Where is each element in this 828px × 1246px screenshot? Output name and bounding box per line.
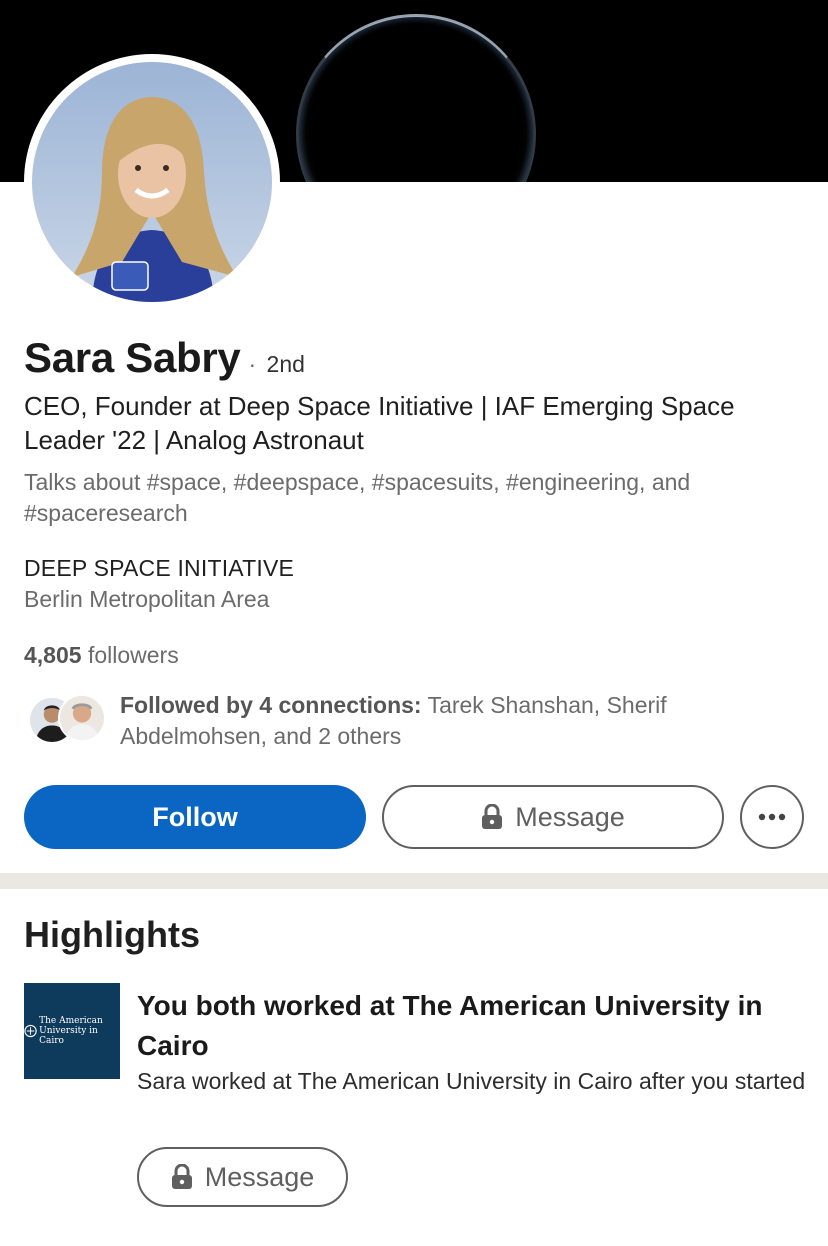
follow-button[interactable]: Follow xyxy=(24,785,366,849)
profile-avatar-frame[interactable] xyxy=(24,54,280,310)
mutual-avatars xyxy=(28,694,112,744)
name-row: Sara Sabry · 2nd xyxy=(24,334,305,382)
auc-logo-text: The American University in Cairo xyxy=(39,1016,120,1046)
auc-logo-line2: University in Cairo xyxy=(39,1026,98,1046)
connection-degree: · 2nd xyxy=(248,351,304,378)
auc-logo-mark: The American University in Cairo xyxy=(24,1016,120,1046)
highlight-message-label: Message xyxy=(204,1161,315,1192)
profile-headline: CEO, Founder at Deep Space Initiative | … xyxy=(24,391,735,455)
seal-icon xyxy=(24,1024,37,1038)
mutual-text: Followed by 4 connections: Tarek Shansha… xyxy=(120,690,810,752)
mutual-connections[interactable]: Followed by 4 connections: Tarek Shansha… xyxy=(24,690,814,754)
planet-rim xyxy=(296,14,536,182)
lock-icon xyxy=(481,804,503,830)
profile-name: Sara Sabry xyxy=(24,334,241,381)
followers-count[interactable]: 4,805 followers xyxy=(24,642,179,669)
degree-label: 2nd xyxy=(266,351,305,377)
degree-separator: · xyxy=(248,351,257,377)
auc-logo-line1: The American xyxy=(39,1016,103,1026)
profile-location: Berlin Metropolitan Area xyxy=(24,586,270,612)
section-divider xyxy=(0,873,828,889)
follow-label: Follow xyxy=(152,801,238,832)
ellipsis-icon xyxy=(758,808,786,826)
current-company[interactable]: DEEP SPACE INITIATIVE xyxy=(24,555,294,582)
mutual-bold-text: Followed by 4 connections: xyxy=(120,692,422,718)
more-actions-button[interactable] xyxy=(740,785,804,849)
auc-logo[interactable]: The American University in Cairo xyxy=(24,983,120,1079)
highlight-description: Sara worked at The American University i… xyxy=(137,1068,806,1094)
highlight-heading: You both worked at The American Universi… xyxy=(137,990,763,1061)
message-button[interactable]: Message xyxy=(382,785,724,849)
lock-icon xyxy=(171,1164,193,1190)
followers-number: 4,805 xyxy=(24,642,82,668)
mutual-avatar-2 xyxy=(58,694,106,742)
followers-label: followers xyxy=(87,642,179,668)
highlight-message-button[interactable]: Message xyxy=(137,1147,348,1207)
highlights-title: Highlights xyxy=(24,914,200,955)
profile-avatar xyxy=(32,62,272,302)
message-label: Message xyxy=(515,801,625,832)
talks-about: Talks about #space, #deepspace, #spacesu… xyxy=(24,469,691,526)
